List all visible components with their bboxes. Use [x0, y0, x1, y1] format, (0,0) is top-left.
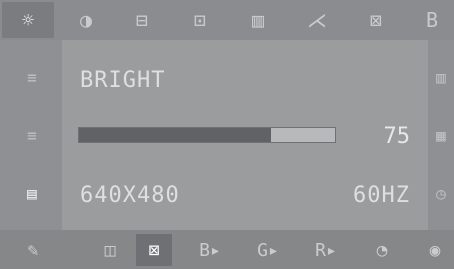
- top-menu-bar: ☼ ◑ ⊟ ⊡ ▥ ⋌ ⊠ B: [0, 0, 454, 40]
- resolution-readout: 640X480: [80, 183, 180, 208]
- monitor-osd-screen: ☼ ◑ ⊟ ⊡ ▥ ⋌ ⊠ B ≡ ≡ ▤ ▥ ▦ ◷ BRIGHT 75 64…: [0, 0, 454, 269]
- red-gain-icon[interactable]: R▸: [306, 234, 346, 266]
- color-temp-icon[interactable]: ◔: [364, 234, 400, 266]
- brightness-slider[interactable]: [78, 127, 336, 143]
- setting-label: BRIGHT: [80, 68, 166, 93]
- brightness-slider-fill: [79, 128, 271, 142]
- pincushion-icon[interactable]: ⋌: [292, 2, 342, 38]
- h-position-icon[interactable]: ⊟: [118, 2, 166, 38]
- blue-gain-icon[interactable]: B▸: [190, 234, 230, 266]
- left-menu-icon-3[interactable]: ▤: [12, 178, 52, 208]
- left-menu-icon-1[interactable]: ≡: [12, 62, 52, 92]
- left-menu-icon-4[interactable]: ✎: [18, 234, 48, 266]
- contrast-icon[interactable]: ◑: [64, 2, 108, 38]
- setting-value: 75: [383, 124, 411, 149]
- bottom-menu-bar: ✎ ◫ ⊠ B▸ G▸ R▸ ◔ ◉: [0, 230, 454, 269]
- rgb-icon[interactable]: ◫: [92, 234, 128, 266]
- right-menu-column: ▥ ▦ ◷: [428, 40, 454, 230]
- zoom-icon[interactable]: ⊠: [136, 234, 172, 266]
- settings-panel: BRIGHT 75 640X480 60HZ: [62, 40, 428, 230]
- refresh-rate-readout: 60HZ: [353, 183, 410, 208]
- green-gain-icon[interactable]: G▸: [248, 234, 288, 266]
- color-b-icon[interactable]: B: [410, 2, 454, 38]
- h-size-icon[interactable]: ▥: [234, 2, 282, 38]
- right-menu-icon-2[interactable]: ▦: [430, 120, 452, 150]
- trapezoid-icon[interactable]: ⊠: [352, 2, 400, 38]
- globe-icon[interactable]: ◉: [418, 234, 452, 266]
- v-position-icon[interactable]: ⊡: [176, 2, 224, 38]
- left-menu-icon-2[interactable]: ≡: [12, 120, 52, 150]
- right-menu-icon-1[interactable]: ▥: [430, 62, 452, 92]
- right-menu-icon-3[interactable]: ◷: [430, 178, 452, 208]
- left-menu-column: ≡ ≡ ▤: [0, 40, 62, 230]
- brightness-sun-icon[interactable]: ☼: [2, 2, 54, 38]
